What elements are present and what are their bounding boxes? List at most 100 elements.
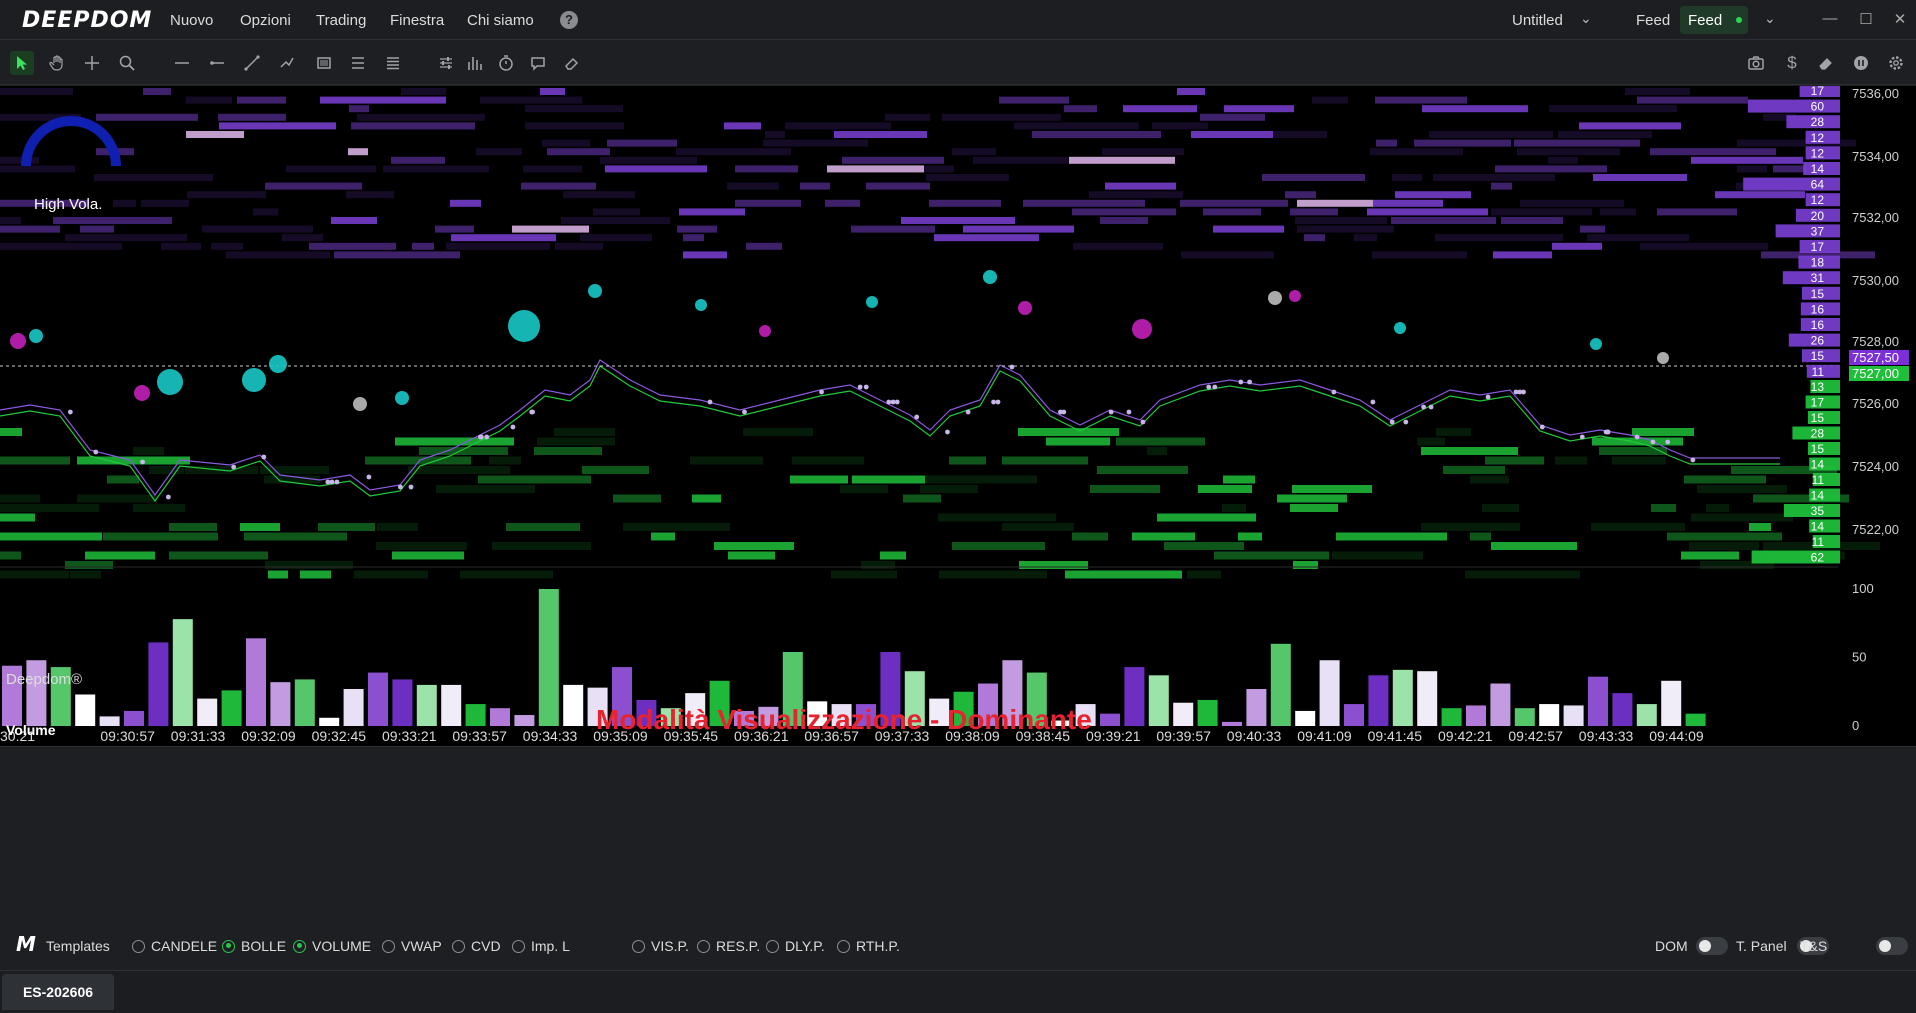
heatmap-cell (282, 234, 323, 242)
heatmap-cell (929, 199, 1001, 207)
trade-dot (366, 474, 372, 480)
menu-item-trading[interactable]: Trading (316, 12, 366, 29)
heatmap-cell (1222, 504, 1246, 512)
template-option-vwap[interactable]: VWAP (382, 938, 442, 954)
heatmap-cell (1493, 251, 1552, 259)
template-option-bolle[interactable]: BOLLE (222, 938, 286, 954)
radio-icon[interactable] (512, 939, 525, 953)
heatmap-cell (952, 542, 1045, 550)
heatmap-cell (1482, 504, 1519, 512)
toggle-switch-t&s[interactable] (1876, 937, 1908, 955)
profile-size-label: 20 (1811, 209, 1825, 223)
volume-bar (1588, 676, 1608, 726)
dollar-icon[interactable]: $ (1780, 51, 1804, 75)
chevron-down-icon[interactable]: ⌄ (1580, 10, 1592, 27)
radio-icon[interactable] (293, 939, 306, 953)
template-option-res-p[interactable]: RES.P. (697, 938, 760, 954)
heatmap-cell (401, 88, 446, 95)
multi-line-icon[interactable] (275, 51, 299, 75)
minimize-icon[interactable]: — (1820, 10, 1840, 27)
template-option-cvd[interactable]: CVD (452, 938, 501, 954)
bar-chart-icon[interactable] (463, 51, 487, 75)
symbol-tab[interactable]: ES-202606 (2, 974, 114, 1010)
template-option-label: RES.P. (716, 938, 761, 954)
menu-item-finestra[interactable]: Finestra (390, 12, 444, 29)
gear-icon[interactable] (1884, 51, 1908, 75)
heatmap-cell (1089, 191, 1183, 199)
toggle-switch-dom[interactable] (1696, 937, 1728, 955)
hand-pan-icon[interactable] (45, 51, 69, 75)
radio-icon[interactable] (632, 939, 645, 953)
crosshair-icon[interactable] (80, 51, 104, 75)
heatmap-cell (260, 466, 329, 474)
templates-label[interactable]: Templates (46, 938, 110, 954)
heatmap-cell (1295, 217, 1387, 224)
heatmap-cell (963, 225, 1074, 233)
radio-icon[interactable] (697, 939, 710, 953)
profile-size-label: 12 (1811, 131, 1825, 145)
eraser-icon[interactable] (560, 51, 584, 75)
chevron-down-icon[interactable]: ⌄ (1764, 10, 1776, 27)
time-axis-label: 09:32:09 (241, 728, 296, 744)
trade-bubble (866, 296, 878, 308)
radio-icon[interactable] (837, 939, 850, 953)
heatmap-cell (580, 234, 652, 242)
list-lines-icon[interactable] (346, 51, 370, 75)
template-option-label: VOLUME (312, 938, 372, 954)
radio-icon[interactable] (382, 939, 395, 953)
heatmap-cell (478, 475, 591, 484)
trade-dot (1421, 404, 1427, 410)
profile-size-label: 31 (1811, 271, 1825, 285)
comment-icon[interactable] (526, 51, 550, 75)
maximize-icon[interactable]: ☐ (1856, 10, 1876, 28)
radio-icon[interactable] (766, 939, 779, 953)
heatmap-cell (1187, 570, 1221, 579)
heatmap-cell (107, 475, 139, 484)
list-lines-bold-icon[interactable] (381, 51, 405, 75)
heatmap-cell (226, 251, 330, 259)
eraser-icon[interactable] (1814, 51, 1838, 75)
pause-icon[interactable] (1849, 51, 1873, 75)
stopwatch-icon[interactable] (494, 51, 518, 75)
menu-item-opzioni[interactable]: Opzioni (240, 12, 291, 29)
template-option-vis-p[interactable]: VIS.P. (632, 938, 689, 954)
menu-item-chi-siamo[interactable]: Chi siamo (467, 12, 534, 29)
template-option-rth-p[interactable]: RTH.P. (837, 938, 900, 954)
camera-icon[interactable] (1744, 51, 1768, 75)
heatmap-cell (1238, 532, 1262, 541)
horizontal-ray-icon[interactable] (205, 51, 229, 75)
trade-bubble (395, 391, 409, 405)
close-icon[interactable]: ✕ (1890, 10, 1910, 28)
radio-icon[interactable] (452, 939, 465, 953)
template-option-volume[interactable]: VOLUME (293, 938, 371, 954)
zoom-icon[interactable] (115, 51, 139, 75)
heatmap-cell (926, 174, 1009, 181)
trend-line-icon[interactable] (240, 51, 264, 75)
heatmap-cell (1520, 199, 1624, 207)
chart-area[interactable]: 7536,00 7534,00 7532,00 7530,00 7528,00 7527,… (0, 86, 1916, 746)
workspace-name[interactable]: Untitled (1512, 12, 1563, 29)
menu-item-nuovo[interactable]: Nuovo (170, 12, 213, 29)
template-option-imp-l[interactable]: Imp. L (512, 938, 570, 954)
feed-status-badge[interactable]: Feed (1680, 6, 1748, 34)
heatmap-cell (1293, 561, 1318, 569)
radio-icon[interactable] (132, 939, 145, 953)
heatmap-cell (1065, 570, 1182, 579)
horizontal-line-icon[interactable] (170, 51, 194, 75)
heatmap-cell (476, 148, 522, 156)
heatmap-chart[interactable]: 7536,007534,007532,007530,007528,007527,… (0, 86, 1916, 746)
template-option-candele[interactable]: CANDELE (132, 938, 217, 954)
heatmap-cell (346, 191, 394, 199)
radio-icon[interactable] (222, 939, 235, 953)
heatmap-cell (376, 542, 467, 550)
heatmap-cell (1470, 532, 1491, 541)
settings-sliders-icon[interactable] (434, 51, 458, 75)
symbol-tab-strip (0, 970, 1916, 1013)
rectangle-icon[interactable] (312, 51, 336, 75)
template-option-dly-p[interactable]: DLY.P. (766, 938, 825, 954)
cursor-arrow-icon[interactable] (10, 51, 34, 75)
help-icon[interactable]: ? (560, 11, 578, 29)
heatmap-cell (237, 96, 286, 104)
heatmap-cell (1681, 551, 1739, 560)
trade-dot (397, 484, 403, 490)
